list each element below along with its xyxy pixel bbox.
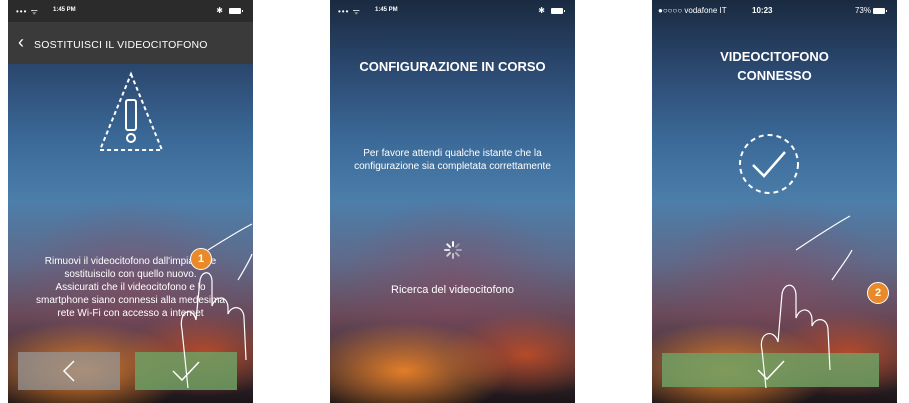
message-line: Per favore attendi qualche istante che l… bbox=[363, 148, 542, 159]
wait-message: Per favore attendi qualche istante che l… bbox=[330, 147, 575, 173]
back-arrow-icon[interactable]: ‹ bbox=[18, 33, 24, 51]
page-title: VIDEOCITOFONO CONNESSO bbox=[652, 47, 897, 85]
instruction-line: sostituiscilo con quello nuovo. bbox=[64, 269, 197, 280]
bluetooth-icon: ✱ bbox=[216, 6, 223, 15]
instruction-line: rete Wi-Fi con accesso a internet bbox=[57, 308, 204, 319]
status-bar: ••• ᯤ 1:45 PM ✱ bbox=[8, 0, 253, 22]
loading-spinner-icon bbox=[444, 241, 462, 259]
screen-configuration-in-progress: ••• ᯤ 1:45 PM ✱ CONFIGURAZIONE IN CORSO … bbox=[330, 0, 575, 403]
status-time: 1:45 PM bbox=[375, 7, 398, 13]
page-title: CONFIGURAZIONE IN CORSO bbox=[359, 59, 546, 74]
signal-icon: ••• ᯤ bbox=[338, 7, 361, 16]
step-badge: 2 bbox=[867, 282, 889, 304]
nav-title: SOSTITUISCI IL VIDEOCITOFONO bbox=[34, 39, 208, 51]
back-button[interactable] bbox=[18, 352, 120, 390]
battery-icon bbox=[873, 8, 887, 14]
title-line: CONNESSO bbox=[737, 68, 812, 83]
signal-icon: ••• ᯤ bbox=[16, 7, 39, 16]
checkmark-icon bbox=[172, 361, 200, 382]
searching-text: Ricerca del videocitofono bbox=[391, 284, 514, 296]
checkmark-icon bbox=[756, 360, 785, 381]
confirm-button[interactable] bbox=[662, 353, 879, 387]
screen-intercom-connected: ●○○○○ vodafone IT 10:23 73% VIDEOCITOFON… bbox=[652, 0, 897, 403]
battery-icon bbox=[551, 8, 565, 14]
instructions-text: Rimuovi il videocitofono dall'impianto e… bbox=[8, 255, 253, 320]
nav-bar: ‹ SOSTITUISCI IL VIDEOCITOFONO bbox=[8, 22, 253, 64]
carrier-text: ●○○○○ vodafone IT bbox=[658, 6, 727, 15]
instruction-line: Rimuovi il videocitofono dall'impianto e bbox=[44, 256, 217, 267]
confirm-button[interactable] bbox=[135, 352, 237, 390]
step-badge: 1 bbox=[190, 248, 212, 270]
chevron-left-icon bbox=[62, 360, 75, 382]
status-bar: ●○○○○ vodafone IT 10:23 73% bbox=[652, 0, 897, 22]
bluetooth-icon: ✱ bbox=[538, 6, 545, 15]
checkmark-circle-icon bbox=[739, 134, 799, 194]
warning-icon bbox=[98, 71, 164, 151]
status-time: 10:23 bbox=[752, 6, 773, 15]
battery-icon bbox=[229, 8, 243, 14]
instruction-line: smartphone siano connessi alla medesima bbox=[36, 295, 225, 306]
status-bar: ••• ᯤ 1:45 PM ✱ bbox=[330, 0, 575, 22]
battery-percent: 73% bbox=[854, 6, 871, 15]
title-line: VIDEOCITOFONO bbox=[720, 49, 829, 64]
message-line: configurazione sia completata correttame… bbox=[354, 161, 551, 172]
instruction-line: Assicurati che il videocitofono e lo bbox=[55, 282, 206, 293]
status-time: 1:45 PM bbox=[53, 7, 76, 13]
screen-replace-intercom: ••• ᯤ 1:45 PM ✱ ‹ SOSTITUISCI IL VIDEOCI… bbox=[8, 0, 253, 403]
